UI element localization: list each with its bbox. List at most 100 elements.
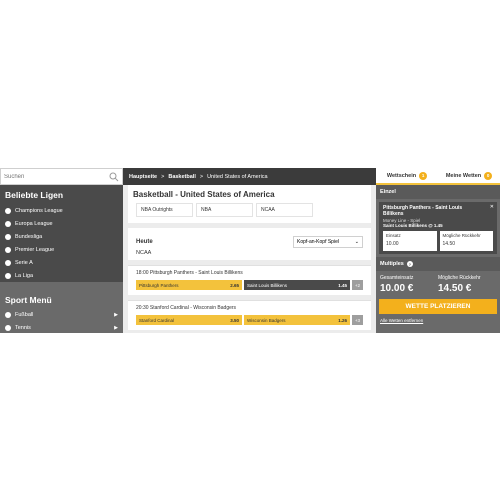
sport-menu-title: Sport Menü — [0, 290, 123, 308]
market-select-value: Kopf-an-Kopf Spiel — [297, 239, 339, 245]
stake-field[interactable]: Einsatz 10.00 — [383, 231, 437, 251]
possible-return-value: 14.50 € — [438, 283, 472, 294]
count-badge: 0 — [484, 171, 493, 180]
tab-nba[interactable]: NBA — [196, 203, 253, 217]
search-icon[interactable] — [109, 172, 119, 182]
place-bet-button[interactable]: WETTE PLATZIEREN — [379, 299, 497, 314]
tab-label: Meine Wetten — [445, 172, 482, 179]
league-tabs: NBA Outrights NBA NCAA — [128, 203, 371, 223]
betting-app: Beliebte Ligen Champions League Europa L… — [0, 168, 500, 333]
totals: Gesamteinsatz 10.00 € Mögliche Rückkehr … — [376, 271, 500, 296]
multiples-header: Multiples ? — [376, 257, 500, 271]
odds-value: 3.50 — [230, 317, 239, 323]
league-label: Europa League — [15, 220, 53, 227]
info-icon[interactable]: ? — [406, 261, 413, 267]
league-item-serie-a[interactable]: Serie A — [0, 256, 123, 269]
ball-icon — [5, 272, 11, 279]
away-odds-button[interactable]: Wisconsin Badgers 1.26 — [244, 315, 350, 325]
tab-wettschein[interactable]: Wettschein 1 — [376, 168, 438, 183]
left-sidebar: Beliebte Ligen Champions League Europa L… — [0, 168, 123, 333]
single-bets-header: Einzel — [376, 185, 500, 199]
chevron-right-icon: ▶ — [114, 311, 118, 318]
sport-item-tennis[interactable]: Tennis ▶ — [0, 321, 123, 333]
ball-icon — [5, 220, 11, 227]
breadcrumb-region: United States of America — [207, 173, 268, 180]
chevron-down-icon: ⌄ — [354, 239, 359, 245]
close-icon[interactable]: ✕ — [490, 204, 494, 210]
ball-icon — [5, 259, 11, 266]
match-row: 18:00 Pittsburgh Panthers - Saint Louis … — [128, 265, 371, 295]
home-odds-button[interactable]: Pittsburgh Panthers 2.65 — [136, 280, 242, 290]
ball-icon — [5, 246, 11, 253]
search-input[interactable] — [4, 173, 104, 180]
odds-value: 1.26 — [338, 317, 347, 323]
more-markets-button[interactable]: +3 — [352, 315, 363, 325]
bet-slip: Wettschein 1 Meine Wetten 0 Einzel ✕ Pitts… — [376, 168, 500, 333]
odds-value: 1.45 — [338, 282, 347, 288]
multiples-label: Multiples — [380, 261, 404, 267]
main-content: Hauptseite > Basketball > United States … — [123, 168, 376, 333]
sport-menu: Fußball ▶ Tennis ▶ — [0, 308, 123, 333]
total-stake-label: Gesamteinsatz — [380, 275, 414, 281]
tab-ncaa[interactable]: NCAA — [256, 203, 313, 217]
league-label: NCAA — [136, 250, 152, 256]
divider — [0, 282, 123, 290]
league-label: Champions League — [15, 207, 63, 214]
league-item-la-liga[interactable]: La Liga — [0, 269, 123, 282]
league-label: Premier League — [15, 246, 55, 253]
stake-boxes: Einsatz 10.00 Mögliche Rückkehr 14.50 — [383, 231, 493, 251]
slip-tabs: Wettschein 1 Meine Wetten 0 — [376, 168, 500, 185]
ball-icon — [5, 311, 11, 318]
more-markets-button[interactable]: +2 — [352, 280, 363, 290]
breadcrumb-sport[interactable]: Basketball — [168, 174, 196, 180]
stake-label: Einsatz — [386, 233, 401, 238]
stake-value: 10.00 — [386, 241, 399, 247]
tab-label: Wettschein — [386, 172, 417, 179]
away-odds-button[interactable]: Saint Louis Billikens 1.45 — [244, 280, 350, 290]
remove-all-link[interactable]: Alle Wetten entfernen — [376, 317, 500, 324]
day-label: Heute — [136, 239, 153, 245]
league-item-champions-league[interactable]: Champions League — [0, 204, 123, 217]
odds-value: 2.65 — [230, 282, 239, 288]
breadcrumb-separator: > — [161, 173, 165, 180]
sport-item-football[interactable]: Fußball ▶ — [0, 308, 123, 321]
bet-event-name: Pittsburgh Panthers - Saint Louis Billik… — [383, 205, 463, 217]
bet-selection: Saint Louis Billikens @ 1.45 — [383, 223, 443, 228]
league-item-bundesliga[interactable]: Bundesliga — [0, 230, 123, 243]
ball-icon — [5, 324, 11, 331]
league-item-europa-league[interactable]: Europa League — [0, 217, 123, 230]
market-select[interactable]: Kopf-an-Kopf Spiel ⌄ — [293, 236, 363, 248]
matches-header: Heute Kopf-an-Kopf Spiel ⌄ NCAA — [128, 228, 371, 260]
tab-nba-outrights[interactable]: NBA Outrights — [136, 203, 193, 217]
page-title: Basketball - United States of America — [133, 190, 275, 199]
team-name: Stanford Cardinal — [139, 317, 175, 323]
team-name: Saint Louis Billikens — [247, 282, 288, 288]
count-badge: 1 — [419, 171, 428, 180]
odds-row: Stanford Cardinal 3.50 Wisconsin Badgers 1… — [136, 315, 363, 325]
team-name: Wisconsin Badgers — [247, 317, 286, 323]
match-title[interactable]: 20:30 Stanford Cardinal - Wisconsin Badg… — [136, 305, 363, 311]
sport-label: Tennis — [15, 324, 31, 331]
tab-meine-wetten[interactable]: Meine Wetten 0 — [438, 168, 500, 183]
return-label: Mögliche Rückkehr — [442, 233, 481, 238]
total-stake-value: 10.00 € — [380, 283, 414, 294]
breadcrumb-home[interactable]: Hauptseite — [129, 174, 157, 180]
home-odds-button[interactable]: Stanford Cardinal 3.50 — [136, 315, 242, 325]
popular-leagues-title: Beliebte Ligen — [5, 190, 64, 200]
return-value: 14.50 — [442, 241, 456, 247]
league-panel: Basketball - United States of America NB… — [128, 185, 371, 223]
match-row: 20:30 Stanford Cardinal - Wisconsin Badg… — [128, 300, 371, 330]
league-label: La Liga — [15, 272, 34, 279]
league-item-premier-league[interactable]: Premier League — [0, 243, 123, 256]
team-name: Pittsburgh Panthers — [139, 282, 179, 288]
possible-return-label: Mögliche Rückkehr — [438, 275, 481, 281]
bet-card: ✕ Pittsburgh Panthers - Saint Louis Bill… — [379, 202, 497, 254]
search-bar — [0, 168, 123, 185]
sport-label: Fußball — [15, 311, 34, 318]
odds-row: Pittsburgh Panthers 2.65 Saint Louis Bill… — [136, 280, 363, 290]
return-field: Mögliche Rückkehr 14.50 — [439, 231, 493, 251]
breadcrumb: Hauptseite > Basketball > United States … — [123, 168, 376, 185]
breadcrumb-separator: > — [199, 173, 204, 180]
league-label: Bundesliga — [15, 233, 43, 240]
match-title[interactable]: 18:00 Pittsburgh Panthers - Saint Louis … — [136, 270, 363, 276]
